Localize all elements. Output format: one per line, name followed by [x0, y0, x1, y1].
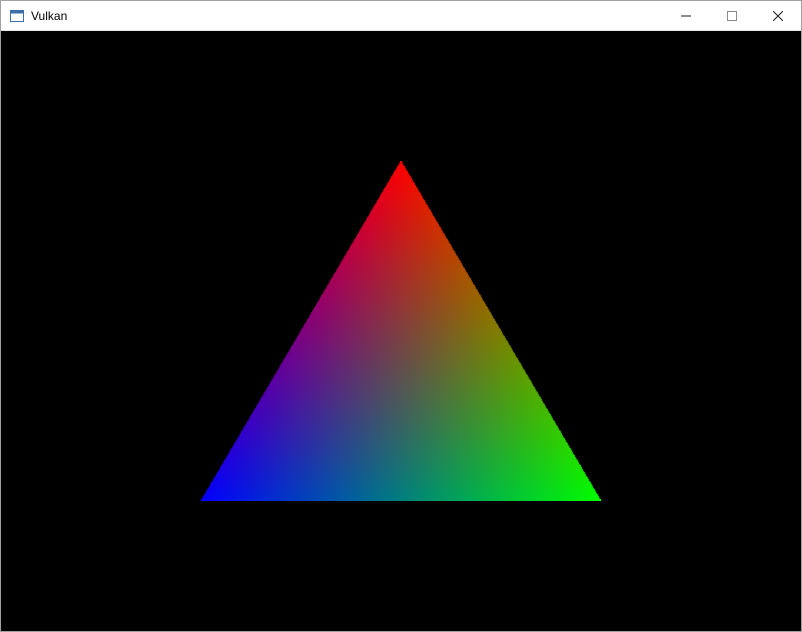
minimize-button[interactable] [663, 1, 709, 30]
titlebar[interactable]: Vulkan [1, 1, 801, 31]
window-title: Vulkan [31, 9, 67, 23]
render-surface [1, 31, 801, 631]
app-icon [9, 8, 25, 24]
minimize-icon [681, 11, 691, 21]
window-controls [663, 1, 801, 30]
hello-triangle [201, 161, 601, 501]
client-area [1, 31, 801, 631]
application-window: Vulkan [0, 0, 802, 632]
close-button[interactable] [755, 1, 801, 30]
maximize-button[interactable] [709, 1, 755, 30]
maximize-icon [727, 11, 737, 21]
close-icon [773, 11, 783, 21]
